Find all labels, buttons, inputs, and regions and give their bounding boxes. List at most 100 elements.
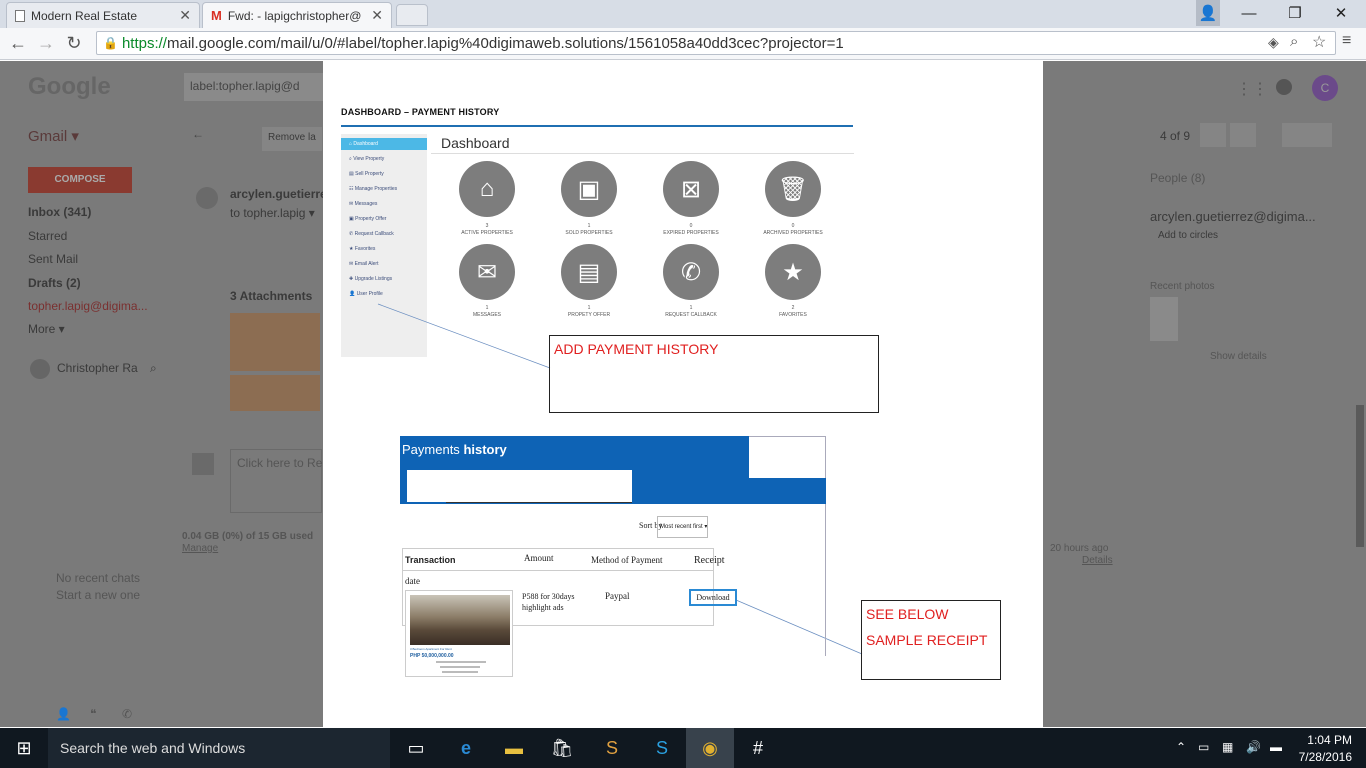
sidebar-item-view-property[interactable]: ⌕ View Property (349, 156, 384, 162)
hangouts-user[interactable]: Christopher Ra (57, 361, 138, 375)
volume-icon[interactable]: 🔊 (1246, 740, 1261, 754)
sidebar-item-dashboard[interactable]: ⌂ Dashboard (349, 141, 378, 147)
sidebar-item-property-offer[interactable]: ▣ Property Offer (349, 216, 386, 222)
reply-box[interactable]: Click here to Re (230, 449, 322, 513)
sidebar-item-email-alert[interactable]: ✉ Email Alert (349, 261, 379, 267)
person-email[interactable]: arcylen.guetierrez@digima... (1150, 209, 1316, 224)
nav-more[interactable]: More ▾ (28, 322, 65, 336)
network-icon[interactable]: ▦ (1222, 740, 1233, 754)
bookmark-star-icon[interactable]: ☆ (1312, 32, 1326, 52)
forward-icon[interactable]: → (34, 31, 58, 55)
details-link[interactable]: Details (1082, 555, 1113, 566)
sidebar-item-messages[interactable]: ✉ Messages (349, 201, 377, 207)
next-page-button[interactable] (1230, 123, 1256, 147)
store-icon[interactable]: 🛍 (538, 728, 586, 768)
phone-icon[interactable]: ✆ (663, 244, 719, 300)
manage-link[interactable]: Manage (182, 543, 218, 554)
sidebar-item-sell-property[interactable]: ▤ Sell Property (349, 171, 384, 177)
apps-icon[interactable]: ⋮⋮ (1236, 79, 1268, 99)
edge-icon[interactable]: e (442, 728, 490, 768)
last-activity: 20 hours ago (1050, 543, 1109, 554)
show-details-link[interactable]: Show details (1210, 351, 1267, 362)
close-window-button[interactable]: ✕ (1318, 0, 1364, 26)
taskbar-search[interactable]: Search the web and Windows (48, 728, 390, 768)
remove-label-button[interactable]: Remove la (262, 127, 322, 151)
close-icon[interactable]: ✕ (371, 7, 383, 24)
chrome-icon[interactable]: ◉ (686, 728, 734, 768)
envelope-icon[interactable]: ✉ (459, 244, 515, 300)
recent-photo-thumb[interactable] (1150, 297, 1178, 341)
windows-start-icon[interactable]: ⊞ (0, 728, 48, 768)
scrollbar[interactable] (1356, 405, 1364, 547)
close-icon[interactable]: ✕ (179, 7, 191, 24)
stat-number: 0 (689, 223, 693, 229)
reload-icon[interactable]: ↻ (62, 31, 86, 55)
attachment-thumb[interactable] (230, 313, 320, 371)
search-people-icon[interactable]: ⌕ (150, 361, 157, 376)
col-transaction: Transaction (405, 555, 456, 565)
sublime-icon[interactable]: S (588, 728, 636, 768)
home-icon[interactable]: ⌂ (459, 161, 515, 217)
prev-page-button[interactable] (1200, 123, 1226, 147)
nav-drafts[interactable]: Drafts (2) (28, 276, 81, 290)
trash-icon[interactable]: 🗑 (765, 161, 821, 217)
settings-button[interactable] (1282, 123, 1332, 147)
clock-date[interactable]: 7/28/2016 (1298, 750, 1352, 764)
zoom-icon[interactable]: ⌕ (1290, 33, 1298, 50)
language-icon[interactable]: ▬ (1270, 740, 1282, 754)
nav-label[interactable]: topher.lapig@digima... (28, 299, 148, 313)
phone-icon[interactable]: ✆ (122, 707, 132, 721)
briefcase-icon[interactable]: ▤ (561, 244, 617, 300)
skype-icon[interactable]: S (638, 728, 686, 768)
clock-time[interactable]: 1:04 PM (1302, 733, 1352, 747)
sidebar-item-user-profile[interactable]: 👤 User Profile (349, 291, 383, 297)
sender-name[interactable]: arcylen.guetierrez (230, 187, 333, 201)
file-explorer-icon[interactable]: ▬ (490, 728, 538, 768)
payments-title: Payments history (402, 442, 507, 457)
back-to-list-icon[interactable]: ← (192, 127, 204, 141)
nav-inbox[interactable]: Inbox (341) (28, 205, 91, 219)
hangouts-icon[interactable]: ❝ (90, 707, 96, 721)
avatar[interactable]: C (1312, 75, 1338, 101)
note-text-line1: SEE BELOW (866, 606, 949, 622)
sort-select[interactable]: Most recent first ▾ (657, 516, 708, 538)
sidebar-item-favorites[interactable]: ★ Favorites (349, 246, 375, 252)
task-view-icon[interactable]: ▭ (392, 728, 440, 768)
browser-tab-real-estate[interactable]: Modern Real Estate ✕ (6, 2, 200, 28)
gmail-app-menu[interactable]: Gmail ▾ (28, 127, 79, 145)
browser-tab-gmail[interactable]: M Fwd: - lapigchristopher@ ✕ (202, 2, 392, 28)
recipient-line[interactable]: to topher.lapig ▾ (230, 206, 315, 220)
listing-title: 3 Bedroom Apartment For Rent (410, 647, 452, 651)
back-icon[interactable]: ← (6, 31, 30, 55)
sidebar-item-manage-properties[interactable]: ☷ Manage Properties (349, 186, 397, 192)
nav-sent[interactable]: Sent Mail (28, 252, 78, 266)
menu-icon[interactable]: ≡ (1342, 32, 1351, 50)
address-bar[interactable]: 🔒 https://mail.google.com/mail/u/0/#labe… (96, 31, 1336, 55)
start-chat-link[interactable]: Start a new one (56, 588, 140, 602)
heading-rule (341, 125, 853, 127)
doc-heading: DASHBOARD – PAYMENT HISTORY (341, 107, 500, 117)
translate-icon[interactable]: ◈ (1268, 34, 1279, 51)
compose-button[interactable]: COMPOSE (28, 167, 132, 193)
download-button[interactable]: Download (689, 589, 737, 606)
search-input[interactable]: label:topher.lapig@d (184, 73, 324, 101)
add-to-circles[interactable]: Add to circles (1158, 230, 1218, 241)
star-icon[interactable]: ★ (765, 244, 821, 300)
money-icon[interactable]: ▣ (561, 161, 617, 217)
new-tab-button[interactable] (396, 4, 428, 26)
sidebar-item-upgrade-listings[interactable]: ✚ Upgrade Listings (349, 276, 392, 282)
attachment-thumb[interactable] (230, 375, 320, 411)
nav-starred[interactable]: Starred (28, 229, 67, 243)
person-icon[interactable]: 👤 (56, 707, 71, 721)
listing-line (442, 671, 478, 673)
tray-chevron-icon[interactable]: ⌃ (1176, 740, 1186, 754)
restore-button[interactable]: ❐ (1272, 0, 1318, 26)
notifications-icon[interactable] (1276, 79, 1292, 95)
user-icon[interactable]: 👤 (1196, 0, 1220, 26)
listing-card[interactable]: 3 Bedroom Apartment For Rent PHP 50,000,… (405, 590, 513, 677)
tray-device-icon[interactable]: ▭ (1198, 740, 1209, 754)
sidebar-item-request-callback[interactable]: ✆ Request Callback (349, 231, 394, 237)
minimize-button[interactable]: — (1226, 0, 1272, 26)
calendar-x-icon[interactable]: ⊠ (663, 161, 719, 217)
slack-icon[interactable]: # (734, 728, 782, 768)
